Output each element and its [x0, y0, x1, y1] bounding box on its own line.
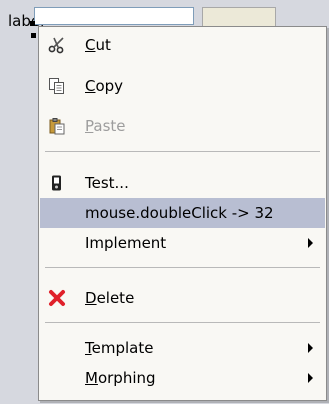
paste-icon — [48, 117, 66, 135]
submenu-arrow-icon — [308, 373, 313, 383]
menu-item-delete[interactable]: Delete — [40, 283, 325, 313]
menu-item-test[interactable]: Test... — [40, 168, 325, 198]
menu-separator — [45, 322, 320, 323]
menu-item-label: Template — [85, 339, 154, 357]
menu-item-label: Cut — [85, 36, 111, 54]
selection-handle[interactable] — [31, 33, 36, 38]
submenu-arrow-icon — [308, 343, 313, 353]
menu-separator — [45, 267, 320, 268]
menu-item-mouse-doubleclick[interactable]: mouse.doubleClick -> 32 — [40, 198, 325, 228]
menu-item-implement[interactable]: Implement — [40, 228, 325, 258]
menu-item-label: Copy — [85, 77, 124, 95]
menu-item-label: Morphing — [85, 369, 156, 387]
menu-item-label: mouse.doubleClick -> 32 — [85, 204, 274, 222]
menu-item-label: Delete — [85, 289, 135, 307]
menu-separator — [45, 151, 320, 152]
menu-item-copy[interactable]: Copy — [40, 71, 325, 101]
delete-icon — [48, 289, 66, 307]
menu-item-cut[interactable]: Cut — [40, 30, 325, 60]
menu-item-label: Test... — [85, 174, 129, 192]
menu-item-label: Paste — [85, 117, 126, 135]
menu-item-morphing[interactable]: Morphing — [40, 363, 325, 393]
menu-item-label: Implement — [85, 234, 167, 252]
background-button[interactable] — [202, 7, 276, 27]
menu-item-template[interactable]: Template — [40, 333, 325, 363]
copy-icon — [48, 77, 66, 95]
scissors-icon — [48, 36, 66, 54]
test-icon — [48, 174, 66, 192]
text-field[interactable] — [34, 7, 194, 25]
selection-handle[interactable] — [30, 21, 35, 26]
submenu-arrow-icon — [308, 238, 313, 248]
menu-item-paste[interactable]: Paste — [40, 111, 325, 141]
context-menu: Cut Copy Paste Test... mouse.doubleClick… — [38, 26, 327, 401]
